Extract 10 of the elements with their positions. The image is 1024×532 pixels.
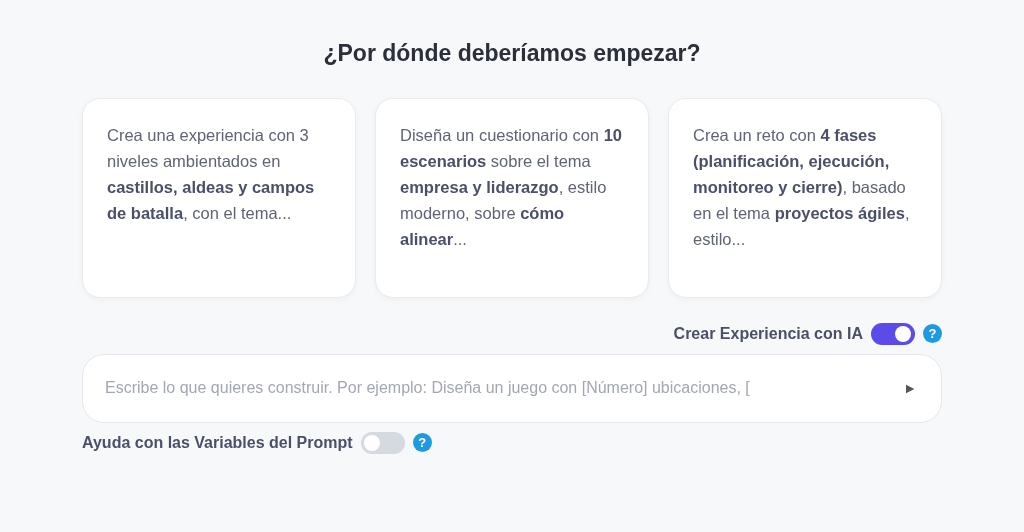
toggle-label: Ayuda con las Variables del Prompt — [82, 432, 353, 453]
toggle-switch[interactable] — [360, 431, 405, 454]
send-button[interactable]: ► — [899, 373, 921, 403]
prompt-field[interactable]: Escribe lo que quieres construir. Por ejemplo: Diseña un juego con [Número] ubicaciones, [ ► — [82, 353, 942, 423]
toggle-label: Crear Experiencia con IA — [673, 323, 863, 344]
toggle-switch[interactable] — [871, 322, 915, 345]
suggestion-card[interactable]: Diseña un cuestionario con 10 escenarios sobre el tema empresa y liderazgo, estilo moderno, sobre cómo alinear... — [375, 97, 649, 298]
page-title: ¿Por dónde deberíamos empezar? — [322, 39, 702, 68]
suggestion-card[interactable]: Crea un reto con 4 fases (planificación, ejecución, monitoreo y cierre), basado en el tema proyectos ágiles, estilo... — [668, 97, 942, 298]
suggestion-card[interactable]: Crea una experiencia con 3 niveles ambientados en castillos, aldeas y campos de batalla, con el tema... — [82, 97, 356, 298]
